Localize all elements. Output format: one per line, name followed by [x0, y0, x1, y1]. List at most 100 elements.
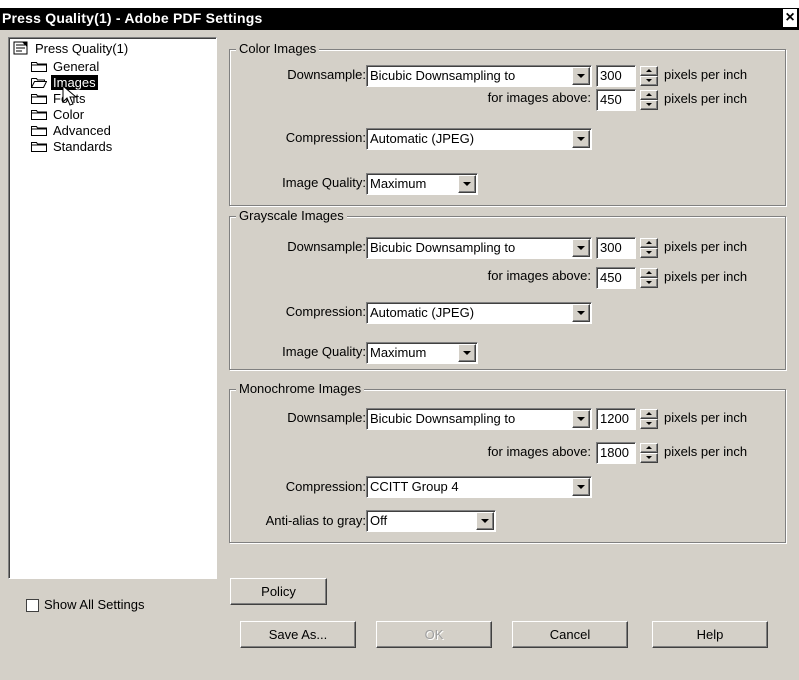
- color-resolution-stepper[interactable]: [640, 66, 658, 86]
- tree-root[interactable]: Press Quality(1): [13, 41, 130, 57]
- chevron-down-icon[interactable]: [572, 239, 590, 257]
- step-down-icon[interactable]: [640, 248, 658, 258]
- downsample-label: Downsample:: [287, 67, 366, 82]
- step-up-icon[interactable]: [640, 66, 658, 76]
- tree-item-fonts[interactable]: Fonts: [31, 91, 88, 107]
- tree-item-general[interactable]: General: [31, 59, 101, 75]
- step-up-icon[interactable]: [640, 238, 658, 248]
- tree-item-label: General: [53, 59, 100, 74]
- grayscale-above-stepper[interactable]: [640, 268, 658, 288]
- close-icon[interactable]: ×: [783, 9, 797, 27]
- button-label: OK: [424, 627, 444, 642]
- show-all-settings-checkbox[interactable]: [26, 599, 39, 612]
- grayscale-quality-select[interactable]: Maximum: [366, 342, 478, 364]
- downsample-label: Downsample:: [287, 410, 366, 425]
- compression-label: Compression:: [285, 479, 366, 494]
- open-folder-icon: [31, 78, 47, 88]
- chevron-down-icon[interactable]: [572, 478, 590, 496]
- grayscale-compression-select[interactable]: Automatic (JPEG): [366, 302, 592, 324]
- select-value: Maximum: [370, 345, 427, 360]
- monochrome-compression-select[interactable]: CCITT Group 4: [366, 476, 592, 498]
- button-label: Help: [696, 627, 724, 642]
- downsample-label: Downsample:: [287, 239, 366, 254]
- unit-label: pixels per inch: [664, 67, 748, 82]
- pdf-settings-icon: [13, 41, 28, 55]
- title-bar[interactable]: Press Quality(1) - Adobe PDF Settings ×: [0, 8, 799, 30]
- grayscale-resolution-stepper[interactable]: [640, 238, 658, 258]
- button-label: Cancel: [549, 627, 591, 642]
- monochrome-antialias-select[interactable]: Off: [366, 510, 496, 532]
- chevron-down-icon[interactable]: [572, 304, 590, 322]
- select-value: Off: [370, 513, 388, 528]
- select-value: Maximum: [370, 176, 427, 191]
- above-label: for images above:: [487, 444, 591, 459]
- group-legend: Color Images: [236, 41, 320, 56]
- tree-item-standards[interactable]: Standards: [31, 139, 114, 155]
- chevron-down-icon[interactable]: [572, 130, 590, 148]
- grayscale-above-field[interactable]: 450: [596, 267, 636, 289]
- tree-item-label: Color: [53, 107, 85, 122]
- step-up-icon[interactable]: [640, 443, 658, 453]
- monochrome-images-group: Monochrome Images Downsample: Bicubic Do…: [229, 381, 786, 543]
- unit-label: pixels per inch: [664, 269, 748, 284]
- folder-icon: [31, 94, 47, 104]
- help-button[interactable]: Help: [652, 621, 768, 648]
- monochrome-above-field[interactable]: 1800: [596, 442, 636, 464]
- step-up-icon[interactable]: [640, 90, 658, 100]
- compression-label: Compression:: [285, 304, 366, 319]
- chevron-down-icon[interactable]: [572, 67, 590, 85]
- chevron-down-icon[interactable]: [476, 512, 494, 530]
- chevron-down-icon[interactable]: [458, 344, 476, 362]
- tree-root-label: Press Quality(1): [35, 41, 129, 56]
- step-down-icon[interactable]: [640, 453, 658, 463]
- image-quality-label: Image Quality:: [282, 344, 366, 359]
- monochrome-above-stepper[interactable]: [640, 443, 658, 463]
- monochrome-resolution-field[interactable]: 1200: [596, 408, 636, 430]
- step-down-icon[interactable]: [640, 76, 658, 86]
- unit-label: pixels per inch: [664, 91, 748, 106]
- monochrome-downsample-select[interactable]: Bicubic Downsampling to: [366, 408, 592, 430]
- field-value: 300: [600, 68, 622, 83]
- color-resolution-field[interactable]: 300: [596, 65, 636, 87]
- select-value: CCITT Group 4: [370, 479, 459, 494]
- image-quality-label: Image Quality:: [282, 175, 366, 190]
- unit-label: pixels per inch: [664, 410, 748, 425]
- step-up-icon[interactable]: [640, 409, 658, 419]
- chevron-down-icon[interactable]: [572, 410, 590, 428]
- ok-button[interactable]: OK: [376, 621, 492, 648]
- settings-tree[interactable]: Press Quality(1) General Images Fonts Co…: [8, 37, 217, 579]
- save-as-button[interactable]: Save As...: [240, 621, 356, 648]
- step-down-icon[interactable]: [640, 419, 658, 429]
- color-quality-select[interactable]: Maximum: [366, 173, 478, 195]
- chevron-down-icon[interactable]: [458, 175, 476, 193]
- color-images-group: Color Images Downsample: Bicubic Downsam…: [229, 41, 786, 206]
- grayscale-resolution-field[interactable]: 300: [596, 237, 636, 259]
- grayscale-downsample-select[interactable]: Bicubic Downsampling to: [366, 237, 592, 259]
- unit-label: pixels per inch: [664, 239, 748, 254]
- field-value: 450: [600, 92, 622, 107]
- select-value: Automatic (JPEG): [370, 131, 475, 146]
- select-value: Bicubic Downsampling to: [370, 240, 516, 255]
- select-value: Bicubic Downsampling to: [370, 411, 516, 426]
- color-above-field[interactable]: 450: [596, 89, 636, 111]
- folder-icon: [31, 62, 47, 72]
- field-value: 450: [600, 270, 622, 285]
- color-above-stepper[interactable]: [640, 90, 658, 110]
- color-compression-select[interactable]: Automatic (JPEG): [366, 128, 592, 150]
- show-all-settings-label: Show All Settings: [44, 597, 145, 612]
- cancel-button[interactable]: Cancel: [512, 621, 628, 648]
- adobe-pdf-settings-dialog: Press Quality(1) - Adobe PDF Settings × …: [0, 0, 799, 680]
- tree-item-advanced[interactable]: Advanced: [31, 123, 113, 139]
- field-value: 300: [600, 240, 622, 255]
- field-value: 1800: [600, 445, 629, 460]
- step-down-icon[interactable]: [640, 278, 658, 288]
- tree-item-color[interactable]: Color: [31, 107, 86, 123]
- select-value: Automatic (JPEG): [370, 305, 475, 320]
- step-up-icon[interactable]: [640, 268, 658, 278]
- color-downsample-select[interactable]: Bicubic Downsampling to: [366, 65, 592, 87]
- monochrome-resolution-stepper[interactable]: [640, 409, 658, 429]
- window-title: Press Quality(1) - Adobe PDF Settings: [2, 10, 263, 26]
- step-down-icon[interactable]: [640, 100, 658, 110]
- button-label: Save As...: [268, 627, 328, 642]
- policy-button[interactable]: Policy: [230, 578, 327, 605]
